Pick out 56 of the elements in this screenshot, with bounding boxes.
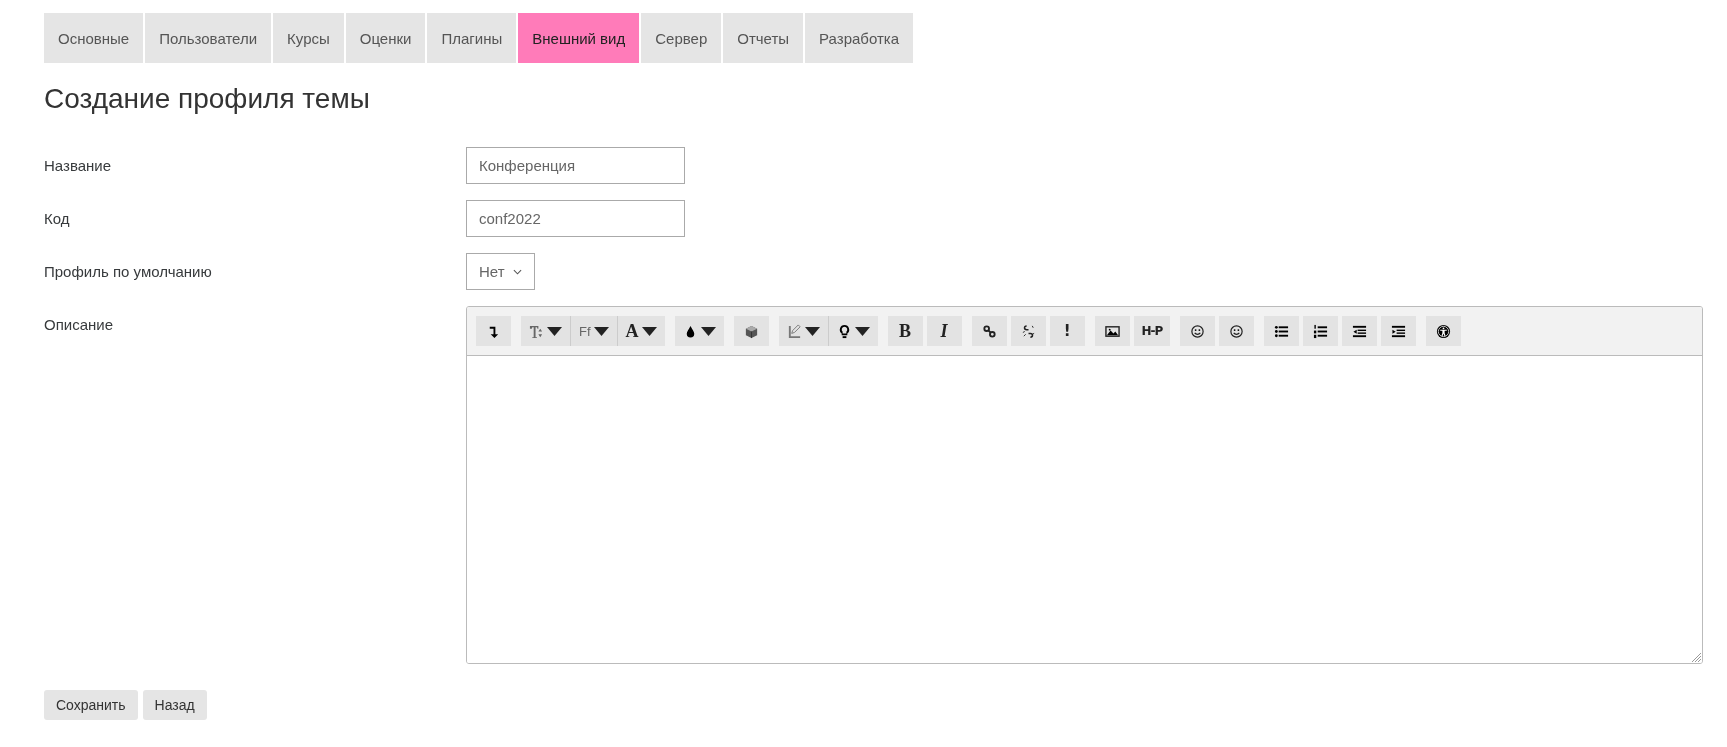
image-icon — [1104, 323, 1120, 339]
tab[interactable]: Разработка — [805, 13, 914, 63]
smiley-icon — [1229, 323, 1245, 339]
enter-arrow-button[interactable] — [476, 316, 511, 346]
unlink-button[interactable] — [1010, 316, 1046, 346]
outdent-icon — [1352, 323, 1368, 339]
action-button[interactable]: Назад — [142, 690, 207, 720]
resize-handle-icon[interactable] — [1692, 653, 1701, 662]
tab[interactable]: Отчеты — [723, 13, 804, 63]
smiley-icon — [1190, 323, 1206, 339]
unlink-icon — [1020, 323, 1036, 339]
tab[interactable]: Курсы — [273, 13, 344, 63]
smiley-button[interactable] — [1180, 316, 1216, 346]
field-label: Профиль по умолчанию — [44, 262, 213, 282]
toolbar-button[interactable]: Ff — [570, 316, 617, 346]
smiley-button[interactable] — [1219, 316, 1255, 346]
numbered-list-icon — [1313, 323, 1329, 339]
chevron-down-icon — [512, 268, 522, 275]
toolbar-button[interactable]: B — [887, 316, 923, 346]
field-label: Код — [44, 209, 71, 229]
cube-icon — [743, 323, 759, 339]
tab[interactable]: Внешний вид — [518, 13, 640, 63]
indent-icon — [1391, 323, 1407, 339]
dropdown-select[interactable]: Нет — [466, 253, 535, 290]
tab[interactable]: Плагины — [427, 13, 517, 63]
indent-button[interactable] — [1381, 316, 1417, 346]
field-label: Описание — [44, 315, 115, 335]
text-field[interactable]: Конференция — [466, 147, 685, 184]
action-button[interactable]: Сохранить — [44, 690, 138, 720]
text-field[interactable]: conf2022 — [466, 200, 685, 237]
tab[interactable]: Основные — [44, 13, 144, 63]
link-button[interactable] — [971, 316, 1007, 346]
image-button[interactable] — [1094, 316, 1130, 346]
toolbar-button[interactable]: I — [926, 316, 962, 346]
bullet-list-button[interactable] — [1264, 316, 1300, 346]
bullet-list-icon — [1274, 323, 1290, 339]
drop-button[interactable] — [674, 316, 724, 346]
link-icon — [981, 323, 997, 339]
field-label: Название — [44, 156, 113, 176]
accessibility-icon — [1436, 323, 1452, 339]
tab[interactable]: Оценки — [345, 13, 426, 63]
toolbar-button[interactable]: ! — [1049, 316, 1085, 346]
lightbulb-button[interactable] — [827, 316, 878, 346]
toolbar-button[interactable]: A — [616, 316, 665, 346]
outdent-button[interactable] — [1342, 316, 1378, 346]
cube-button[interactable] — [733, 316, 769, 346]
tab[interactable]: Пользователи — [145, 13, 272, 63]
text-size-button[interactable] — [521, 316, 570, 346]
numbered-list-button[interactable] — [1303, 316, 1339, 346]
pen-button[interactable] — [778, 316, 828, 346]
accessibility-button[interactable] — [1426, 316, 1462, 346]
tab[interactable]: Сервер — [641, 13, 722, 63]
text-size-icon — [529, 323, 544, 339]
pen-icon — [786, 323, 802, 339]
toolbar-button[interactable]: H-P — [1133, 316, 1171, 346]
page-title: Создание профиля темы — [44, 83, 371, 115]
